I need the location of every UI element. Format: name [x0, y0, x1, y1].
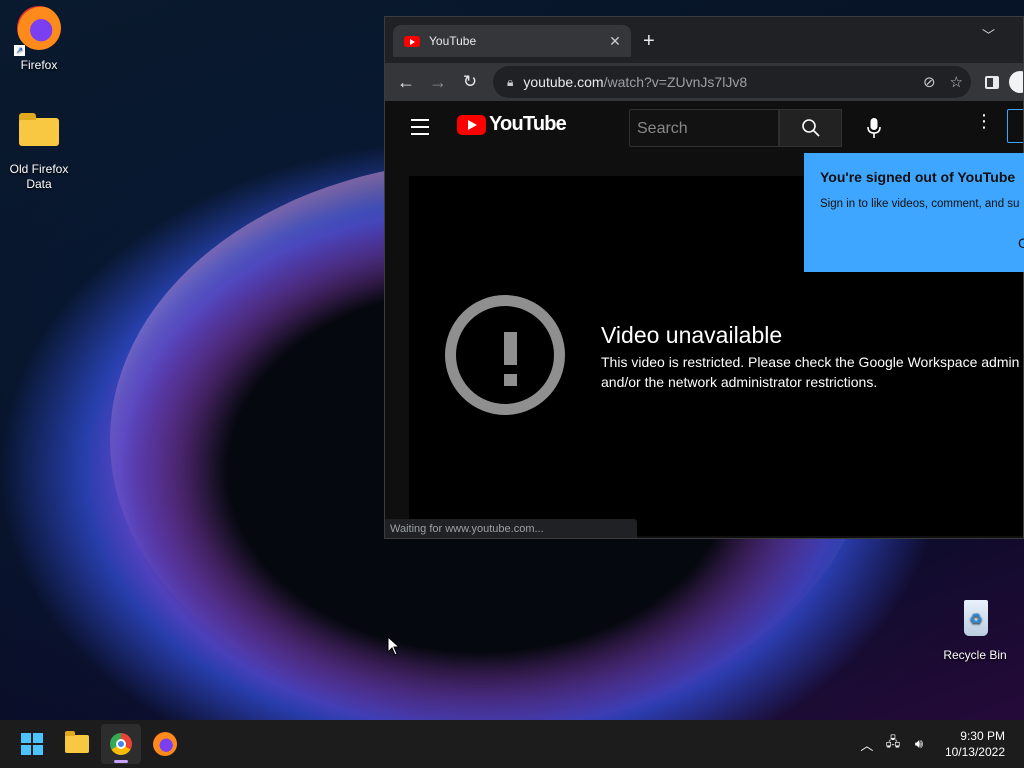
start-button[interactable] [12, 724, 52, 764]
browser-toolbar: ← → ↻ 🔒︎ youtube.com/watch?v=ZUvnJs7lJv8… [385, 63, 1023, 101]
youtube-logo[interactable]: YouTube [457, 113, 567, 136]
search-input[interactable]: Search [629, 109, 779, 147]
warning-exclamation-icon [445, 295, 565, 415]
youtube-header: YouTube Search ⋮ [385, 101, 1023, 157]
firefox-icon: ↗ [14, 6, 63, 56]
profile-avatar[interactable] [1009, 71, 1023, 93]
file-explorer-icon [65, 731, 89, 753]
windows-logo-icon [21, 733, 43, 755]
taskbar: ︿ 🖧︎ 🔊︎ 9:30 PM 10/13/2022 [0, 720, 1024, 768]
search-icon [801, 119, 820, 137]
system-tray: ︿ 🖧︎ 🔊︎ 9:30 PM 10/13/2022 [857, 720, 1024, 768]
more-options-icon[interactable]: ⋮ [975, 112, 993, 130]
url-host: youtube.com [523, 74, 604, 90]
popup-body: Sign in to like videos, comment, and su [820, 198, 1020, 210]
desktop-icon-firefox[interactable]: ↗ Firefox [0, 6, 78, 73]
active-indicator [114, 760, 128, 763]
tracking-protection-eye-icon[interactable]: ⊘ [923, 73, 936, 91]
voice-search-button[interactable] [859, 113, 889, 143]
reload-button[interactable]: ↻ [454, 72, 486, 92]
popup-button[interactable]: G [1018, 235, 1024, 251]
youtube-logo-text: YouTube [489, 113, 567, 135]
microphone-icon [867, 118, 881, 138]
show-hidden-icons-chevron-icon[interactable]: ︿ [857, 735, 877, 754]
chrome-window: YouTube ✕ + ﹀ ← → ↻ 🔒︎ youtube.com/watch… [384, 16, 1024, 539]
lock-icon: 🔒︎ [507, 74, 514, 89]
signed-out-popup: You're signed out of YouTube Sign in to … [804, 153, 1024, 272]
recycle-bin-icon: ♻ [951, 596, 999, 644]
status-bubble: Waiting for www.youtube.com... [385, 519, 637, 538]
desktop-icon-recycle-bin[interactable]: ♻ Recycle Bin [936, 596, 1014, 663]
tab-close-icon[interactable]: ✕ [605, 33, 625, 50]
error-message: This video is restricted. Please check t… [601, 354, 1020, 390]
tab-youtube[interactable]: YouTube ✕ [393, 25, 631, 57]
chrome-icon [110, 733, 132, 755]
popup-title: You're signed out of YouTube [820, 169, 1016, 185]
menu-hamburger-icon[interactable] [411, 119, 429, 140]
desktop-icon-old-firefox-data[interactable]: Old Firefox Data [0, 110, 78, 192]
clock[interactable]: 9:30 PM 10/13/2022 [945, 728, 1005, 760]
desktop-icon-label: Old Firefox Data [9, 162, 69, 191]
new-tab-button[interactable]: + [643, 31, 655, 51]
desktop-icon-label: Recycle Bin [943, 648, 1007, 662]
error-title: Video unavailable [601, 322, 783, 348]
url-path: /watch?v=ZUvnJs7lJv8 [603, 74, 748, 90]
back-button[interactable]: ← [390, 72, 422, 93]
folder-icon [15, 110, 63, 158]
youtube-favicon-icon [404, 35, 420, 47]
forward-button[interactable]: → [422, 72, 454, 93]
shortcut-arrow-icon: ↗ [14, 45, 25, 56]
bookmark-star-icon[interactable]: ☆ [950, 73, 963, 91]
clock-time: 9:30 PM [960, 729, 1005, 743]
tab-title: YouTube [429, 34, 477, 48]
address-bar[interactable]: 🔒︎ youtube.com/watch?v=ZUvnJs7lJv8 ⊘ ☆ [493, 66, 971, 98]
network-icon[interactable]: 🖧︎ [883, 733, 903, 755]
taskbar-firefox[interactable] [145, 724, 185, 764]
desktop-icon-label: Firefox [20, 58, 58, 72]
taskbar-file-explorer[interactable] [57, 724, 97, 764]
search-button[interactable] [779, 109, 842, 147]
firefox-icon [153, 732, 177, 756]
youtube-play-icon [457, 114, 486, 135]
volume-icon[interactable]: 🔊︎ [909, 736, 929, 752]
tab-strip: YouTube ✕ + ﹀ [385, 17, 1023, 63]
sign-in-button[interactable] [1007, 109, 1023, 143]
taskbar-chrome[interactable] [101, 724, 141, 764]
mouse-cursor-icon [387, 636, 400, 656]
tab-search-chevron-icon[interactable]: ﹀ [982, 25, 995, 44]
side-panel-icon[interactable] [985, 75, 999, 89]
clock-date: 10/13/2022 [944, 745, 1005, 759]
